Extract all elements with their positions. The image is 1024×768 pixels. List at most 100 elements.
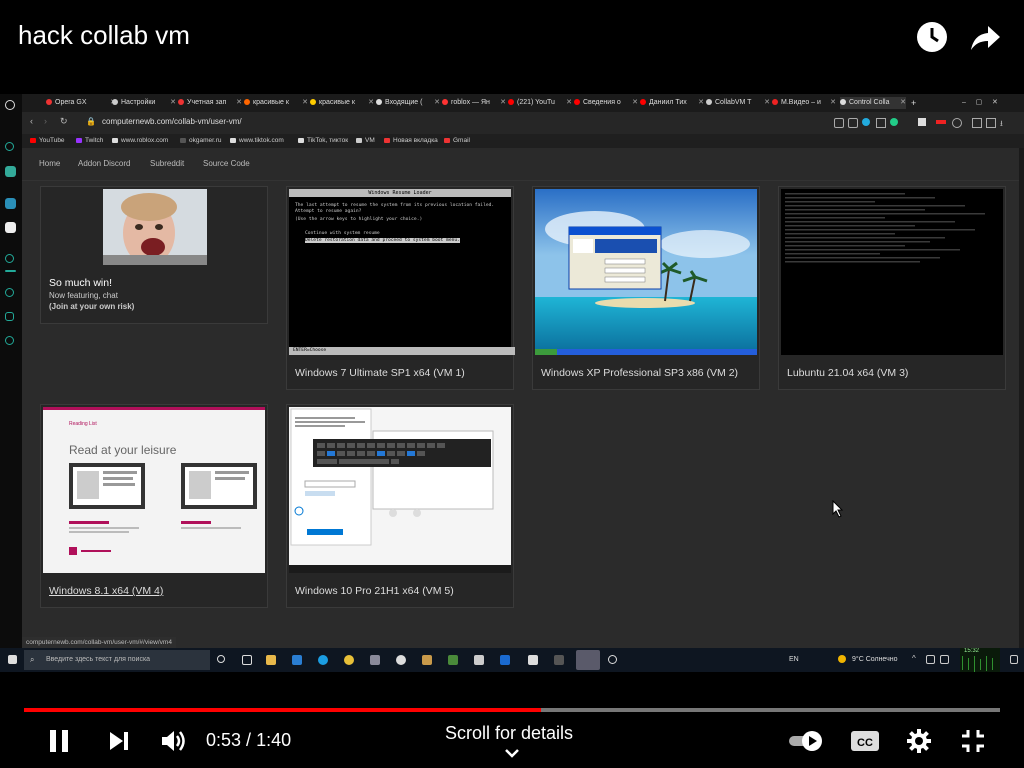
settings-gear-icon[interactable]	[906, 728, 932, 759]
nav-subreddit[interactable]: Subreddit	[150, 159, 184, 168]
taskbar-search[interactable]: ⌕ Введите здесь текст для поиска	[24, 650, 210, 670]
task-view-icon[interactable]	[242, 655, 252, 665]
url-field[interactable]: computernewb.com/collab-vm/user-vm/	[102, 117, 242, 126]
vm-card[interactable]: Lubuntu 21.04 x64 (VM 3)	[778, 186, 1006, 390]
puzzle-icon[interactable]	[972, 118, 982, 128]
tab[interactable]: Opera GX✕	[46, 97, 116, 109]
tab-active[interactable]: Control Colla ✕	[840, 97, 906, 109]
windows-start-icon[interactable]	[8, 655, 17, 664]
steam-icon[interactable]	[500, 655, 510, 665]
page-scrollbar[interactable]	[1019, 148, 1024, 648]
nav-home[interactable]: Home	[39, 159, 60, 168]
notepad-icon[interactable]	[528, 655, 538, 665]
volume-button[interactable]	[160, 728, 188, 759]
bookmark-gmail[interactable]: Gmail	[444, 137, 470, 144]
heart-icon[interactable]	[890, 118, 898, 126]
reload-icon[interactable]: ↻	[60, 116, 68, 127]
back-icon[interactable]: ‹	[30, 116, 33, 126]
tab[interactable]: М.Видео – и ✕	[772, 97, 836, 109]
window-close-icon[interactable]: ✕	[992, 99, 998, 106]
bookmark-vm[interactable]: VM	[356, 137, 375, 144]
tab[interactable]: Входящие (✕	[376, 97, 440, 109]
video-title[interactable]: hack collab vm	[18, 20, 190, 51]
player-control-icon[interactable]	[876, 118, 886, 128]
vk-icon[interactable]	[5, 198, 16, 209]
tab[interactable]: CollabVM T ✕	[706, 97, 770, 109]
tab[interactable]: roblox — Ян ✕	[442, 97, 506, 109]
close-icon[interactable]: ✕	[764, 97, 770, 109]
file-explorer-icon[interactable]	[266, 655, 276, 665]
tab[interactable]: красивые к ✕	[244, 97, 308, 109]
extensions-icon[interactable]	[5, 312, 14, 321]
close-icon[interactable]: ✕	[500, 97, 506, 109]
vm-label[interactable]: Windows 8.1 x64 (VM 4)	[49, 585, 163, 597]
folder-icon[interactable]	[422, 655, 432, 665]
close-icon[interactable]: ✕	[900, 97, 906, 109]
nav-source-code[interactable]: Source Code	[203, 159, 250, 168]
vm-screenshot[interactable]	[535, 189, 757, 355]
vpn-icon[interactable]	[862, 118, 870, 126]
active-app-icon[interactable]	[576, 650, 600, 670]
autoplay-toggle[interactable]	[788, 730, 824, 757]
opera-gx-icon[interactable]	[608, 655, 617, 664]
close-icon[interactable]: ✕	[302, 97, 308, 109]
chrome-icon[interactable]	[344, 655, 354, 665]
tab[interactable]: Настройки ✕	[112, 97, 176, 109]
vm-label[interactable]: Windows XP Professional SP3 x86 (VM 2)	[541, 367, 738, 379]
yandex-browser-icon[interactable]	[396, 655, 406, 665]
close-icon[interactable]: ✕	[698, 97, 704, 109]
exit-fullscreen-icon[interactable]	[960, 728, 986, 759]
tab[interactable]: Даниил Тих ✕	[640, 97, 704, 109]
close-icon[interactable]: ✕	[170, 97, 176, 109]
messenger-icon[interactable]	[5, 222, 16, 233]
vm-label[interactable]: Windows 7 Ultimate SP1 x64 (VM 1)	[295, 367, 465, 379]
play-icon[interactable]	[918, 118, 926, 126]
vm-card[interactable]: Reading List Read at your leisure Window…	[40, 404, 268, 608]
twitch-icon[interactable]	[5, 166, 16, 177]
extensions-menu-icon[interactable]	[986, 118, 996, 128]
nav-addon-discord[interactable]: Addon Discord	[78, 159, 130, 168]
weather-text[interactable]: 9°C Солнечно	[852, 656, 898, 663]
media-icon[interactable]	[554, 655, 564, 665]
edge-icon[interactable]	[318, 655, 328, 665]
progress-played[interactable]	[24, 708, 542, 712]
vm-screenshot[interactable]: Reading List Read at your leisure	[43, 407, 265, 573]
close-icon[interactable]: ✕	[830, 97, 836, 109]
network-icon[interactable]	[926, 655, 935, 664]
download-icon[interactable]: ⭳	[1000, 118, 1003, 132]
next-button[interactable]	[108, 730, 132, 757]
bookmark-tiktok[interactable]: www.tiktok.com	[230, 137, 284, 144]
minecraft-icon[interactable]	[448, 655, 458, 665]
history-icon[interactable]	[5, 288, 14, 297]
vm-screenshot[interactable]	[781, 189, 1003, 355]
volume-icon[interactable]	[940, 655, 949, 664]
player-icon[interactable]	[5, 254, 14, 263]
settings-icon[interactable]	[5, 336, 14, 345]
camera-icon[interactable]	[834, 118, 844, 128]
minimize-icon[interactable]: –	[962, 99, 966, 106]
chevron-up-icon[interactable]: ^	[912, 654, 916, 663]
tab[interactable]: Учетная зап ✕	[178, 97, 242, 109]
close-icon[interactable]: ✕	[632, 97, 638, 109]
flag-icon[interactable]	[936, 120, 946, 124]
snapshot-icon[interactable]	[848, 118, 858, 128]
close-icon[interactable]: ✕	[368, 97, 374, 109]
forward-icon[interactable]: ›	[44, 116, 47, 126]
bookmark-tiktok-ru[interactable]: TikTok, тикток	[298, 137, 348, 144]
maximize-icon[interactable]: ▢	[976, 99, 983, 106]
bookmark-roblox[interactable]: www.roblox.com	[112, 137, 168, 144]
share-icon[interactable]	[968, 20, 1002, 54]
speed-dial-icon[interactable]	[5, 142, 14, 151]
watch-later-icon[interactable]	[915, 20, 949, 54]
chevron-down-icon[interactable]	[504, 746, 520, 764]
bookmark-twitch[interactable]: Twitch	[76, 137, 103, 144]
app-icon[interactable]	[370, 655, 380, 665]
bookmark-youtube[interactable]: YouTube	[30, 137, 65, 144]
bookmark-new-tab[interactable]: Новая вкладка	[384, 137, 438, 144]
cortana-icon[interactable]	[217, 655, 225, 663]
new-tab-icon[interactable]: +	[911, 97, 921, 109]
grammarly-icon[interactable]	[952, 118, 962, 128]
vm-screenshot[interactable]	[289, 407, 511, 573]
vm-card[interactable]: Windows 10 Pro 21H1 x64 (VM 5)	[286, 404, 514, 608]
captions-button[interactable]: CC	[850, 729, 880, 758]
